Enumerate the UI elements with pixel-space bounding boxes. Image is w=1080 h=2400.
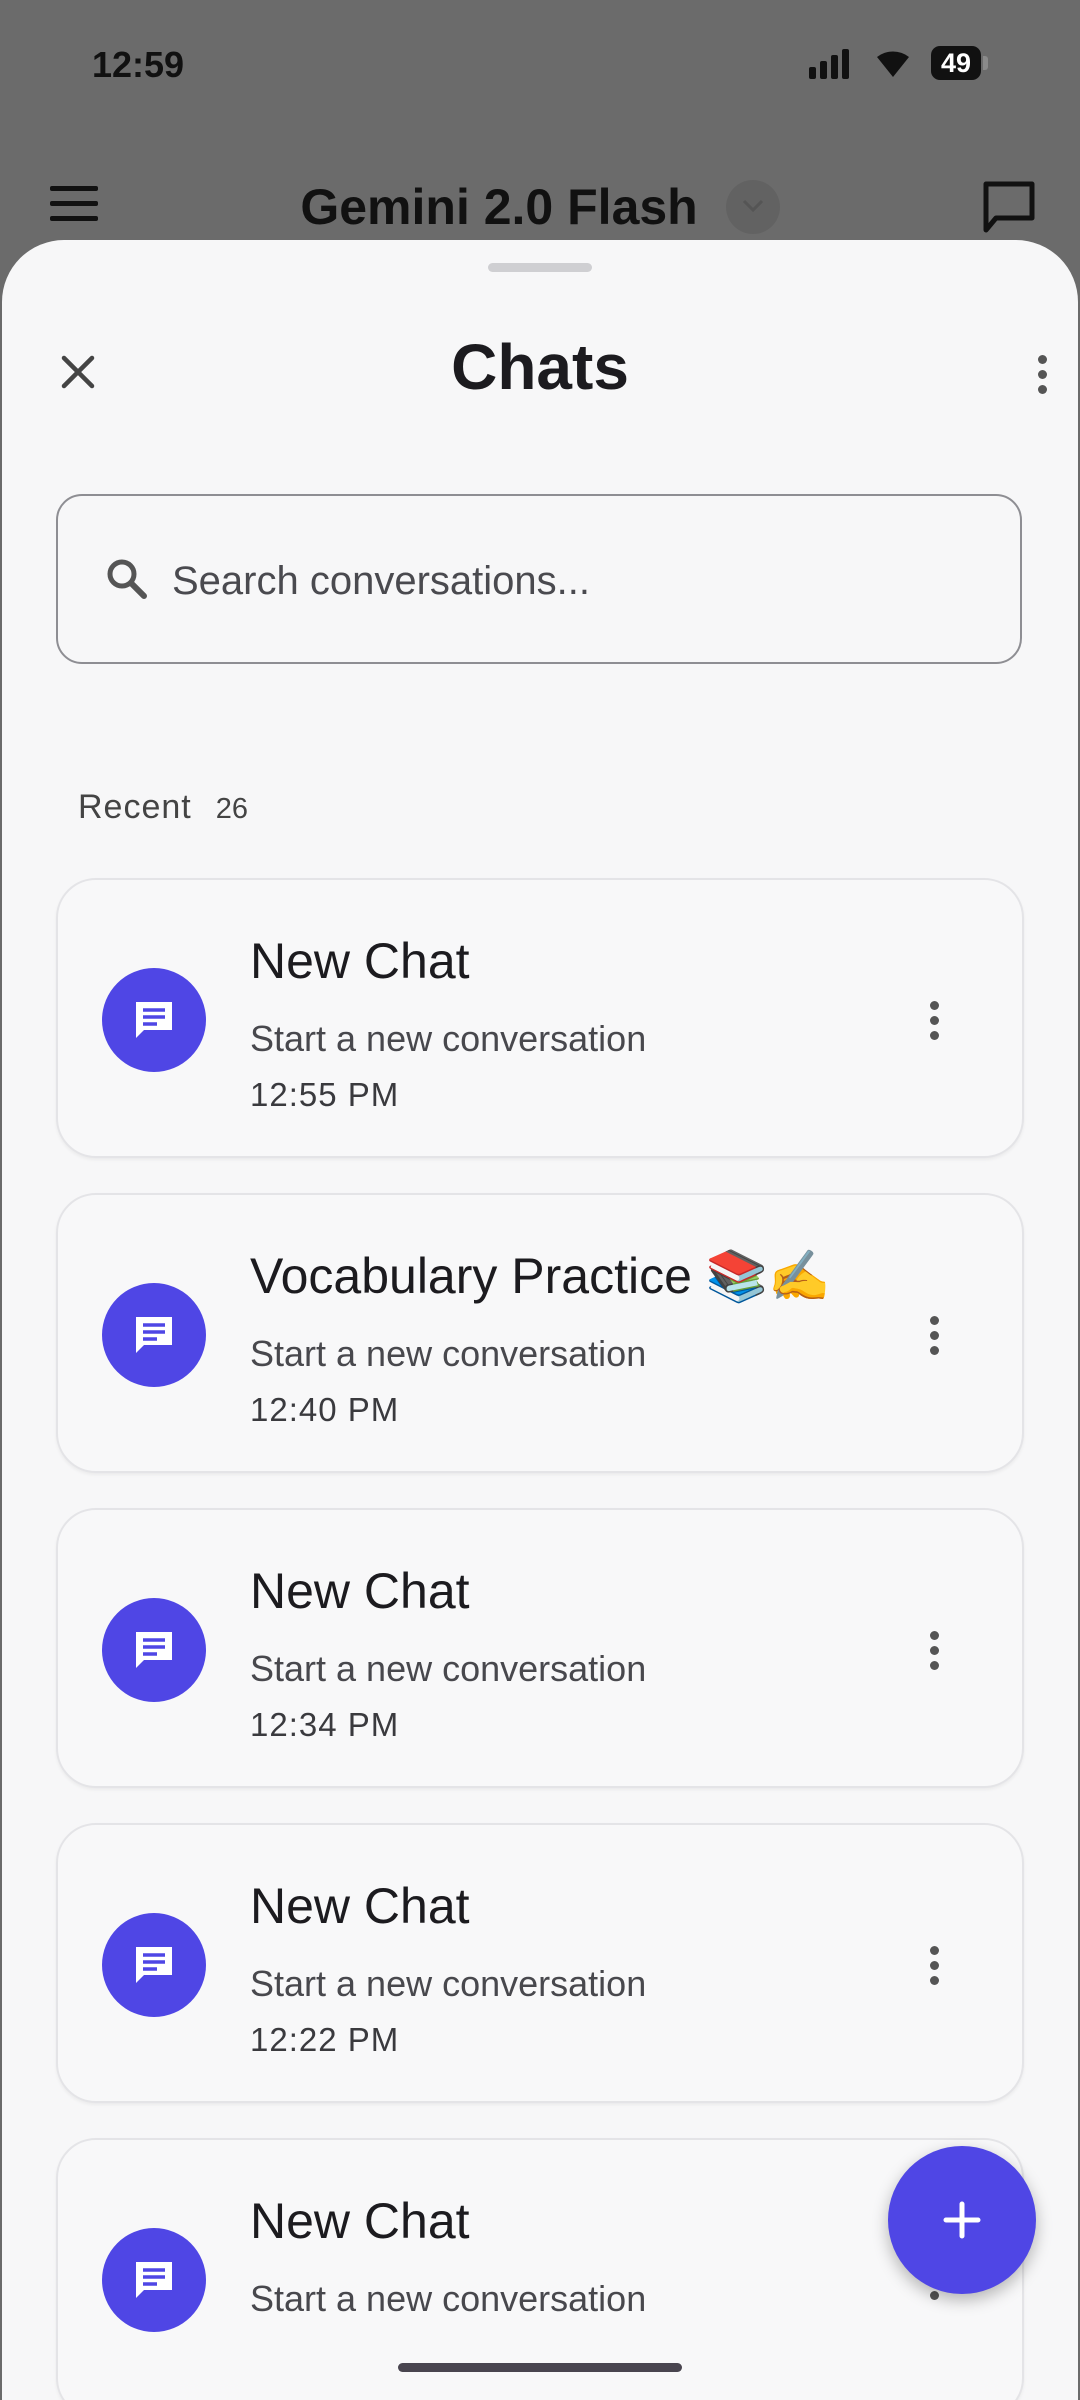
chat-list-item[interactable]: New Chat Start a new conversation 12:55 … (56, 878, 1024, 1158)
status-time: 12:59 (92, 44, 185, 85)
chat-subtitle: Start a new conversation (250, 1333, 647, 1374)
battery-level: 49 (930, 46, 981, 80)
signal-icon (808, 47, 855, 79)
chat-time: 12:40 PM (250, 1391, 400, 1428)
chat-subtitle: Start a new conversation (250, 1648, 647, 1689)
more-vert-icon[interactable] (916, 1305, 952, 1365)
chevron-down-icon[interactable] (725, 179, 780, 234)
home-indicator[interactable] (398, 2363, 682, 2372)
chat-time: 12:22 PM (250, 2021, 400, 2058)
chat-bubble-icon (102, 1283, 206, 1387)
chat-title: New Chat (250, 933, 470, 989)
more-vert-icon[interactable] (916, 1935, 952, 1995)
section-count: 26 (215, 793, 248, 825)
plus-icon (943, 2201, 981, 2239)
chat-title: New Chat (250, 1878, 470, 1934)
chat-time: 12:55 PM (250, 1076, 400, 1113)
chat-list-item[interactable]: New Chat Start a new conversation (56, 2138, 1024, 2400)
more-vert-icon[interactable] (1012, 346, 1072, 402)
chat-list-item[interactable]: Vocabulary Practice 📚✍️ Start a new conv… (56, 1193, 1024, 1473)
chats-sheet: Chats Recent 26 New Chat Start a new con (2, 240, 1078, 2400)
more-vert-icon[interactable] (916, 1620, 952, 1680)
section-header: Recent 26 (78, 788, 248, 827)
chat-title: New Chat (250, 1563, 470, 1619)
drag-handle[interactable] (488, 263, 592, 272)
new-chat-icon[interactable] (978, 176, 1040, 238)
chat-subtitle: Start a new conversation (250, 1963, 647, 2004)
new-chat-fab[interactable] (888, 2146, 1036, 2294)
model-title: Gemini 2.0 Flash (300, 178, 698, 235)
chat-list-item[interactable]: New Chat Start a new conversation 12:34 … (56, 1508, 1024, 1788)
chat-bubble-icon (102, 968, 206, 1072)
chat-title: Vocabulary Practice 📚✍️ (250, 1248, 831, 1304)
wifi-icon (873, 47, 913, 79)
status-bar: 12:59 49 (0, 0, 1080, 130)
sheet-title: Chats (451, 331, 629, 403)
chat-list: New Chat Start a new conversation 12:55 … (56, 878, 1024, 2400)
chat-subtitle: Start a new conversation (250, 2278, 647, 2319)
chat-bubble-icon (102, 2228, 206, 2332)
chat-bubble-icon (102, 1913, 206, 2017)
chat-title: New Chat (250, 2193, 470, 2249)
model-selector[interactable]: Gemini 2.0 Flash (0, 174, 1080, 236)
chat-bubble-icon (102, 1598, 206, 1702)
battery-icon: 49 (930, 46, 988, 80)
more-vert-icon[interactable] (916, 990, 952, 1050)
section-label: Recent (78, 788, 192, 826)
search-box[interactable] (56, 494, 1022, 664)
chat-subtitle: Start a new conversation (250, 1018, 647, 1059)
chat-list-item[interactable]: New Chat Start a new conversation 12:22 … (56, 1823, 1024, 2103)
status-icons: 49 (808, 46, 988, 80)
chat-time: 12:34 PM (250, 1706, 400, 1743)
search-input[interactable] (170, 536, 994, 626)
search-icon (104, 556, 150, 607)
